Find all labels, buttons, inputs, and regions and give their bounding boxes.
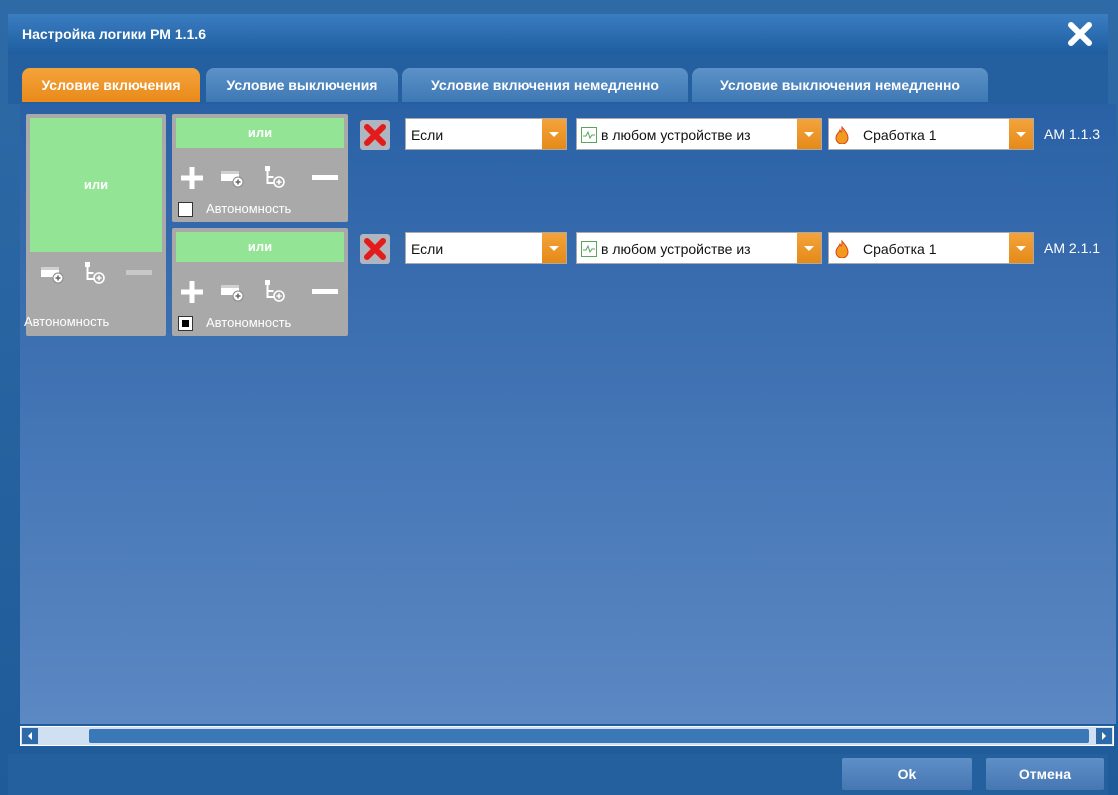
device-group-icon — [581, 127, 597, 143]
add-branch-icon[interactable] — [82, 260, 108, 286]
dialog-title: Настройка логики РМ 1.1.6 — [22, 26, 206, 42]
arrow-left-icon — [28, 732, 32, 740]
address-label-2: АМ 2.1.1 — [1044, 240, 1101, 256]
scrollbar-thumb[interactable] — [89, 729, 1089, 743]
tab-switch-on-immediate[interactable]: Условие включения немедленно — [402, 68, 688, 102]
arrow-right-icon — [1102, 732, 1106, 740]
ok-button[interactable]: Ok — [842, 758, 972, 790]
inner-autonomy-label-2: Автономность — [206, 315, 292, 330]
close-icon[interactable] — [1066, 20, 1094, 48]
tab-switch-off-immediate[interactable]: Условие выключения немедленно — [692, 68, 988, 102]
device-group-icon — [581, 241, 597, 257]
cancel-button[interactable]: Отмена — [986, 758, 1104, 790]
dropdown-arrow-icon — [1009, 119, 1033, 149]
outer-autonomy-label: Автономность — [24, 314, 110, 329]
inner-or-operator-1[interactable]: или — [176, 118, 344, 148]
dropdown-arrow-icon — [542, 233, 566, 263]
add-group-icon[interactable] — [220, 282, 246, 302]
scroll-right-button[interactable] — [1096, 728, 1112, 744]
add-branch-icon[interactable] — [262, 278, 288, 304]
add-branch-icon[interactable] — [262, 164, 288, 190]
autonomy-checkbox-1[interactable] — [178, 202, 193, 217]
dialog-footer: Ok Отмена — [8, 754, 1108, 795]
condition-value-1: Если — [411, 127, 444, 143]
condition-value-2: Если — [411, 241, 444, 257]
add-group-icon[interactable] — [40, 264, 66, 284]
inner-or-operator-2[interactable]: или — [176, 232, 344, 262]
outer-or-operator[interactable]: или — [30, 118, 162, 252]
inner-or-group-2: или Автономность — [172, 228, 348, 336]
horizontal-scrollbar[interactable] — [20, 726, 1114, 746]
remove-icon[interactable] — [312, 175, 338, 181]
event-select-1[interactable]: Сработка 1 — [828, 118, 1034, 150]
dropdown-arrow-icon — [1009, 233, 1033, 263]
logic-settings-dialog: Настройка логики РМ 1.1.6 Условие включе… — [0, 0, 1118, 795]
scope-value-1: в любом устройстве из — [601, 127, 751, 143]
add-condition-icon[interactable] — [180, 280, 204, 304]
event-select-2[interactable]: Сработка 1 — [828, 232, 1034, 264]
fire-icon — [835, 240, 849, 258]
dropdown-arrow-icon — [797, 233, 821, 263]
delete-condition-button-2[interactable] — [360, 234, 390, 264]
add-group-icon[interactable] — [220, 168, 246, 188]
tab-switch-off-condition[interactable]: Условие выключения — [206, 68, 398, 102]
inner-or-group-1: или Автономность — [172, 114, 348, 222]
fire-icon — [835, 126, 849, 144]
remove-disabled-icon — [126, 270, 152, 275]
dropdown-arrow-icon — [542, 119, 566, 149]
condition-select-2[interactable]: Если — [405, 232, 567, 264]
inner-autonomy-label-1: Автономность — [206, 201, 292, 216]
scope-select-2[interactable]: в любом устройстве из — [576, 232, 822, 264]
delete-x-icon — [364, 238, 386, 260]
address-label-1: АМ 1.1.3 — [1044, 126, 1101, 142]
conditions-panel: или Автономность или Автономность или Ав… — [20, 104, 1116, 724]
outer-or-group: или Автономность — [24, 114, 166, 336]
condition-select-1[interactable]: Если — [405, 118, 567, 150]
event-value-1: Сработка 1 — [863, 127, 937, 143]
delete-x-icon — [364, 124, 386, 146]
remove-icon[interactable] — [312, 289, 338, 295]
delete-condition-button-1[interactable] — [360, 120, 390, 150]
add-condition-icon[interactable] — [180, 166, 204, 190]
tab-switch-on-condition[interactable]: Условие включения — [22, 68, 200, 102]
title-bar: Настройка логики РМ 1.1.6 — [8, 14, 1108, 55]
scroll-left-button[interactable] — [22, 728, 38, 744]
scope-select-1[interactable]: в любом устройстве из — [576, 118, 822, 150]
autonomy-checkbox-2[interactable] — [178, 316, 193, 331]
dropdown-arrow-icon — [797, 119, 821, 149]
scope-value-2: в любом устройстве из — [601, 241, 751, 257]
event-value-2: Сработка 1 — [863, 241, 937, 257]
tab-bar: Условие включения Условие выключения Усл… — [8, 54, 1108, 104]
